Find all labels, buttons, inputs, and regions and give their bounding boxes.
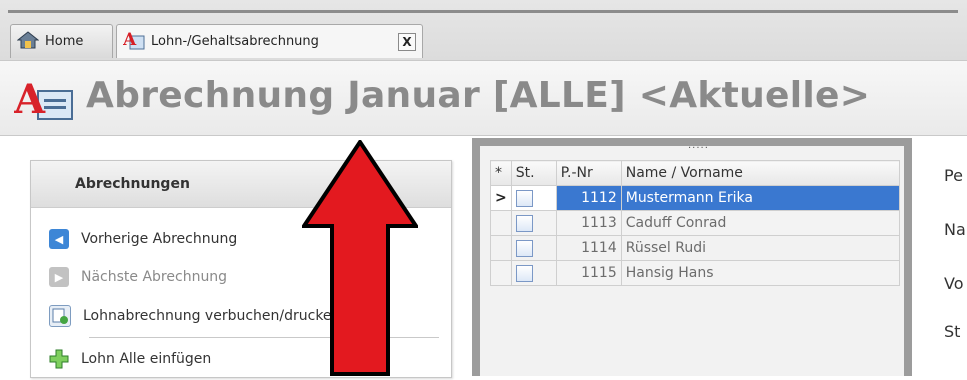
employee-grid: * St. P.-Nr Name / Vorname > 1112 Muster… [490,160,901,286]
form-label-na: Na [944,220,966,239]
insert-all-payroll-label: Lohn Alle einfügen [81,351,212,367]
row-indicator: > [490,185,512,211]
row-pnr: 1115 [555,260,622,286]
add-icon [49,349,69,369]
insert-all-payroll-link[interactable]: Lohn Alle einfügen [49,349,211,369]
row-pnr: 1113 [555,210,622,236]
row-checkbox[interactable] [510,260,557,286]
payroll-logo-icon: A [13,76,76,123]
form-label-st: St [944,322,961,341]
grid-header-row: * St. P.-Nr Name / Vorname [490,160,901,186]
table-row[interactable]: > 1112 Mustermann Erika [490,185,901,211]
previous-payroll-label: Vorherige Abrechnung [81,231,238,247]
svg-text:A: A [14,77,46,123]
row-name: Hansig Hans [620,260,901,286]
arrow-right-icon: ▶ [49,267,69,287]
book-check-icon [49,305,71,327]
row-name: Caduff Conrad [620,210,901,236]
book-print-payroll-link[interactable]: Lohnabrechnung verbuchen/drucken [49,305,340,327]
table-row[interactable]: 1115 Hansig Hans [490,260,901,286]
row-indicator [490,210,512,236]
home-icon [16,30,40,53]
row-checkbox[interactable] [510,185,557,211]
row-checkbox[interactable] [510,210,557,236]
row-pnr: 1114 [555,235,622,261]
column-header-star[interactable]: * [490,160,512,186]
tab-home[interactable]: Home [10,24,113,58]
next-payroll-label: Nächste Abrechnung [81,269,228,285]
tab-lohn-label: Lohn-/Gehaltsabrechnung [151,34,319,49]
page-title: Abrechnung Januar [ALLE] <Aktuelle> [86,75,871,116]
splitter-grip[interactable]: ..... [688,140,709,151]
arrow-left-icon: ◀ [49,229,69,249]
row-checkbox[interactable] [510,235,557,261]
row-name: Rüssel Rudi [620,235,901,261]
column-header-pnr[interactable]: P.-Nr [555,160,622,186]
form-label-pe: Pe [944,166,963,185]
close-tab-button[interactable]: X [398,32,416,51]
next-payroll-link[interactable]: ▶ Nächste Abrechnung [49,267,227,287]
tab-bar-border [8,10,958,13]
tab-home-label: Home [45,34,84,49]
previous-payroll-link[interactable]: ◀ Vorherige Abrechnung [49,229,237,249]
title-bar: A Abrechnung Januar [ALLE] <Aktuelle> [0,60,967,136]
payroll-app-icon: A [122,30,145,54]
column-header-name[interactable]: Name / Vorname [620,160,901,186]
row-name: Mustermann Erika [620,185,901,211]
table-row[interactable]: 1114 Rüssel Rudi [490,235,901,261]
column-header-status[interactable]: St. [510,160,557,186]
tab-bar: Home A Lohn-/Gehaltsabrechnung X [0,0,967,60]
tab-lohn-gehaltsabrechnung[interactable]: A Lohn-/Gehaltsabrechnung X [116,24,423,58]
row-pnr: 1112 [555,185,622,211]
employee-grid-panel: ..... * St. P.-Nr Name / Vorname > 1112 … [472,138,912,376]
row-indicator [490,235,512,261]
red-arrow-annotation [300,138,420,376]
form-label-vo: Vo [944,274,964,293]
row-indicator [490,260,512,286]
svg-text:A: A [123,30,137,50]
table-row[interactable]: 1113 Caduff Conrad [490,210,901,236]
